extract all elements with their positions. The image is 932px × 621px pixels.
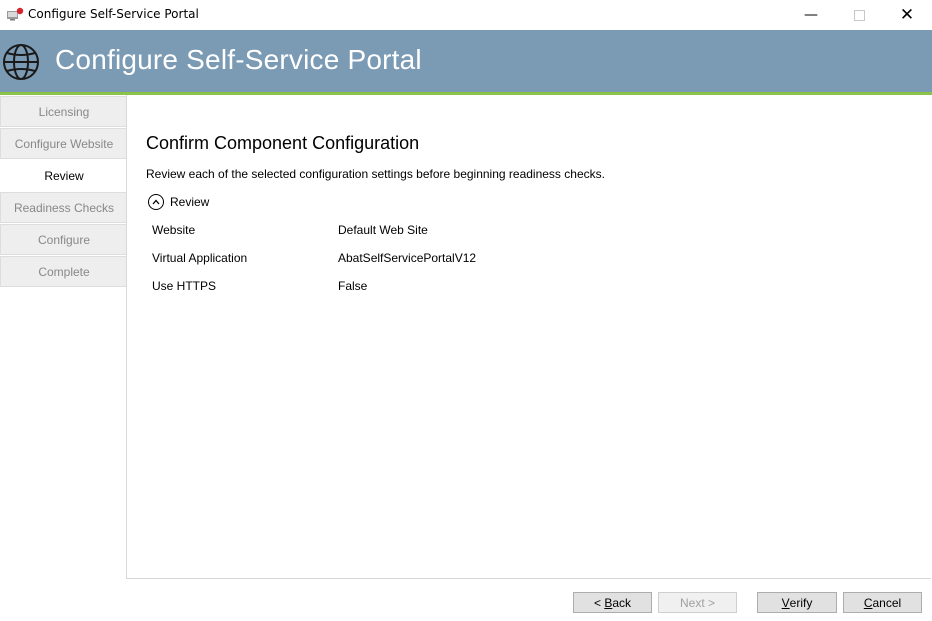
maximize-button[interactable] xyxy=(836,0,882,30)
cancel-button-rest: ancel xyxy=(872,595,902,610)
window-title: Configure Self-Service Portal xyxy=(28,7,199,21)
review-section-label: Review xyxy=(170,195,210,209)
back-button-rest: ack xyxy=(612,595,632,610)
close-icon: ✕ xyxy=(899,5,915,25)
verify-button-accel: V xyxy=(781,595,790,610)
review-row-key: Website xyxy=(152,223,196,237)
back-button[interactable]: < Back xyxy=(573,592,652,613)
minimize-icon: — xyxy=(804,7,818,23)
verify-button-rest: erify xyxy=(789,595,813,610)
review-row-value: False xyxy=(338,279,368,293)
review-row-key: Use HTTPS xyxy=(152,279,217,293)
minimize-button[interactable]: — xyxy=(788,0,834,30)
cancel-button-accel: C xyxy=(863,595,873,610)
nav-step-complete[interactable]: Complete xyxy=(0,256,127,287)
next-button[interactable]: Next > xyxy=(658,592,737,613)
page-heading: Confirm Component Configuration xyxy=(146,133,420,153)
review-row-value: AbatSelfServicePortalV12 xyxy=(338,251,477,265)
window-title-bar: Configure Self-Service Portal — ✕ xyxy=(0,0,932,30)
content-panel: Confirm Component Configuration Review e… xyxy=(126,95,931,579)
wizard-step-nav: Licensing Configure Website Review Readi… xyxy=(0,96,127,288)
page-description: Review each of the selected configuratio… xyxy=(146,167,605,181)
back-button-accel: B xyxy=(604,595,613,610)
review-row-value: Default Web Site xyxy=(338,223,428,237)
cancel-button[interactable]: Cancel xyxy=(843,592,922,613)
header-banner: Configure Self-Service Portal xyxy=(0,30,932,95)
nav-step-review[interactable]: Review xyxy=(0,160,127,191)
verify-button[interactable]: Verify xyxy=(757,592,837,613)
back-button-prefix: < xyxy=(593,595,605,610)
review-row-key: Virtual Application xyxy=(152,251,248,265)
maximize-icon xyxy=(853,9,865,21)
close-button[interactable]: ✕ xyxy=(884,0,930,30)
app-icon xyxy=(7,7,24,21)
nav-step-readiness-checks[interactable]: Readiness Checks xyxy=(0,192,127,223)
review-section-toggle[interactable]: Review xyxy=(148,194,209,210)
nav-step-configure[interactable]: Configure xyxy=(0,224,127,255)
nav-step-licensing[interactable]: Licensing xyxy=(0,96,127,127)
banner-title: Configure Self-Service Portal xyxy=(55,44,422,75)
nav-step-configure-website[interactable]: Configure Website xyxy=(0,128,127,159)
globe-icon xyxy=(3,44,39,80)
chevron-up-icon xyxy=(148,194,164,210)
